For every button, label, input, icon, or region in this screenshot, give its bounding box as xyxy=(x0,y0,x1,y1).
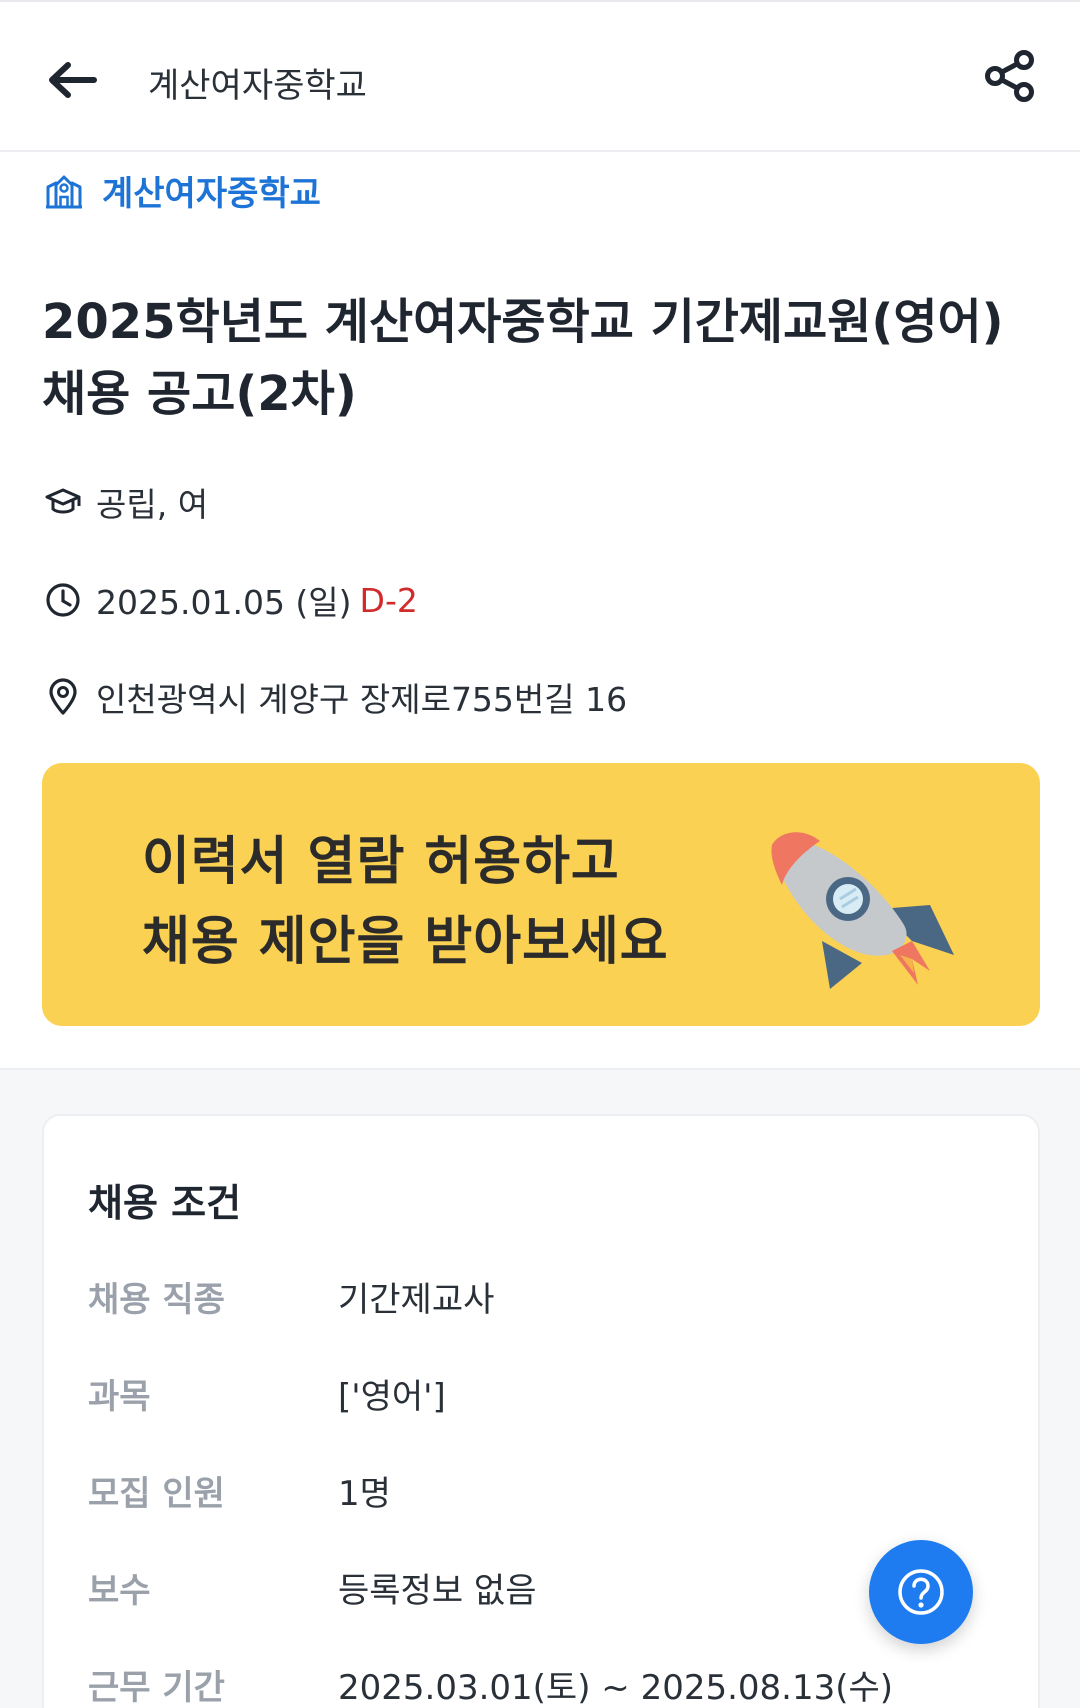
resume-open-banner[interactable]: 이력서 열람 허용하고 채용 제안을 받아보세요 xyxy=(42,763,1040,1026)
condition-row: 모집 인원 1명 xyxy=(88,1466,391,1515)
school-type: 공립, 여 xyxy=(96,485,209,524)
clock-icon xyxy=(44,581,82,619)
condition-label: 과목 xyxy=(88,1377,151,1417)
graduation-cap-icon xyxy=(44,483,82,521)
condition-value: 2025.03.01(토) ~ 2025.08.13(수) xyxy=(338,1668,894,1708)
share-icon xyxy=(985,50,1034,102)
location-pin-icon xyxy=(44,678,82,716)
deadline-date: 2025.01.05 (일) xyxy=(96,583,352,622)
condition-label: 모집 인원 xyxy=(88,1474,225,1514)
address: 인천광역시 계양구 장제로755번길 16 xyxy=(96,680,628,719)
school-type-row: 공립, 여 xyxy=(44,478,208,526)
top-app-bar: 계산여자중학교 xyxy=(0,0,1080,152)
banner-line-2: 채용 제안을 받아보세요 xyxy=(142,912,669,972)
dday-badge: D-2 xyxy=(359,580,418,620)
conditions-title: 채용 조건 xyxy=(88,1181,242,1225)
help-button[interactable] xyxy=(869,1540,973,1644)
school-link[interactable]: 계산여자중학교 xyxy=(44,166,321,215)
school-building-icon xyxy=(44,171,84,211)
job-post-page: 계산여자중학교 계산여자중학교 2025학년도 계산여자중학교 기간제교원(영어… xyxy=(0,0,1080,1708)
condition-row: 채용 직종 기간제교사 xyxy=(88,1272,494,1321)
condition-label: 채용 직종 xyxy=(88,1280,225,1320)
rocket-icon xyxy=(771,832,954,989)
condition-row: 과목 ['영어'] xyxy=(88,1369,446,1418)
address-row: 인천광역시 계양구 장제로755번길 16 xyxy=(44,673,627,721)
condition-value: 등록정보 없음 xyxy=(338,1571,537,1611)
share-button[interactable] xyxy=(980,46,1040,106)
deadline-row: 2025.01.05 (일) D-2 xyxy=(44,576,418,624)
help-question-icon xyxy=(898,1569,944,1615)
condition-label: 보수 xyxy=(88,1571,151,1611)
condition-value: 기간제교사 xyxy=(338,1280,495,1320)
school-name: 계산여자중학교 xyxy=(102,174,321,214)
banner-line-1: 이력서 열람 허용하고 xyxy=(142,832,620,892)
condition-value: ['영어'] xyxy=(338,1377,446,1417)
condition-row: 보수 등록정보 없음 xyxy=(88,1563,537,1612)
condition-value: 1명 xyxy=(338,1474,391,1514)
post-title: 2025학년도 계산여자중학교 기간제교원(영어) 채용 공고(2차) xyxy=(42,294,1004,422)
condition-row: 근무 기간 2025.03.01(토) ~ 2025.08.13(수) xyxy=(88,1660,893,1708)
condition-label: 근무 기간 xyxy=(88,1668,225,1708)
back-button[interactable] xyxy=(44,52,100,108)
arrow-left-icon xyxy=(49,62,97,98)
header-title: 계산여자중학교 xyxy=(148,66,367,106)
